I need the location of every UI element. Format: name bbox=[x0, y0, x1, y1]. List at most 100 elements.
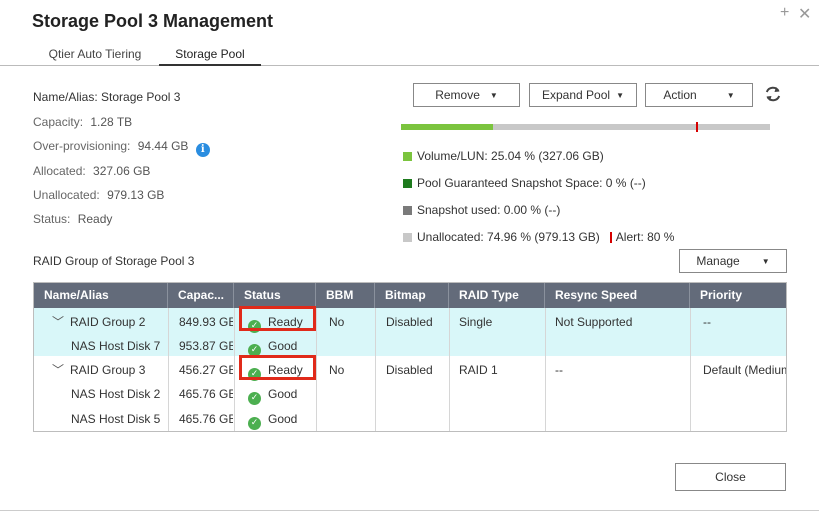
table-header: Name/Alias Capac... Status BBM Bitmap RA… bbox=[34, 283, 786, 308]
cell-priority: Default (Medium) bbox=[703, 363, 787, 377]
legend-swatch bbox=[403, 178, 412, 188]
cell-capacity: 849.93 GB bbox=[179, 315, 233, 329]
cell-bitmap: Disabled bbox=[386, 363, 433, 377]
close-button[interactable]: Close bbox=[675, 463, 786, 491]
legend-swatch bbox=[403, 205, 412, 215]
legend-unallocated: Unallocated: 74.96 % (979.13 GB) Alert: … bbox=[403, 230, 674, 244]
cell-name: RAID Group 2 bbox=[70, 315, 146, 329]
close-icon[interactable]: ✕ bbox=[798, 4, 811, 24]
check-icon: ✓ bbox=[248, 392, 261, 405]
table-row-raid-group-2[interactable]: ﹀ RAID Group 2 849.93 GB ✓ Ready No Disab… bbox=[34, 308, 786, 357]
column-divider bbox=[375, 308, 376, 431]
tab-storage-pool[interactable]: Storage Pool bbox=[159, 47, 261, 66]
info-allocated-value: 327.06 GB bbox=[93, 164, 151, 178]
window-bottom-border bbox=[0, 510, 819, 511]
legend-snapshot-used: Snapshot used: 0.00 % (--) bbox=[403, 203, 560, 217]
column-divider bbox=[168, 308, 169, 431]
table-row-raid-group-3[interactable]: ﹀ RAID Group 3 456.27 GB ✓ Ready No Disab… bbox=[34, 356, 787, 431]
remove-button-label: Remove bbox=[435, 88, 480, 102]
info-allocated: Allocated: 327.06 GB bbox=[33, 164, 150, 178]
plus-icon[interactable]: + bbox=[780, 4, 789, 22]
column-divider bbox=[690, 308, 691, 431]
action-button-label: Action bbox=[663, 88, 697, 102]
col-header-raid-type[interactable]: RAID Type bbox=[449, 283, 545, 308]
check-icon: ✓ bbox=[248, 417, 261, 430]
info-name-value: Storage Pool 3 bbox=[101, 90, 181, 104]
col-header-resync-speed[interactable]: Resync Speed bbox=[545, 283, 690, 308]
info-capacity-label: Capacity: bbox=[33, 115, 84, 129]
col-header-name[interactable]: Name/Alias bbox=[34, 283, 168, 308]
info-capacity: Capacity: 1.28 TB bbox=[33, 115, 132, 129]
ready-highlight-box bbox=[239, 306, 316, 331]
cell-name: NAS Host Disk 5 bbox=[71, 412, 161, 426]
manage-button[interactable]: Manage ▼ bbox=[679, 249, 787, 273]
info-allocated-label: Allocated: bbox=[33, 164, 86, 178]
action-button[interactable]: Action ▼ bbox=[645, 83, 753, 107]
cell-status: ✓ Good bbox=[248, 387, 297, 405]
col-header-priority[interactable]: Priority bbox=[690, 283, 786, 308]
remove-button[interactable]: Remove ▼ bbox=[413, 83, 520, 107]
info-overprov-label: Over-provisioning: bbox=[33, 139, 131, 153]
col-header-bitmap[interactable]: Bitmap bbox=[375, 283, 449, 308]
legend-guaranteed-snapshot: Pool Guaranteed Snapshot Space: 0 % (--) bbox=[403, 176, 646, 190]
caret-down-icon: ▼ bbox=[726, 90, 735, 100]
cell-priority: -- bbox=[703, 315, 711, 329]
tab-bar: Qtier Auto Tiering Storage Pool bbox=[0, 47, 819, 66]
cell-raid-type: Single bbox=[459, 315, 493, 329]
cell-name: NAS Host Disk 7 bbox=[71, 339, 161, 353]
legend-volume-text: Volume/LUN: 25.04 % (327.06 GB) bbox=[417, 149, 604, 163]
raid-group-table: Name/Alias Capac... Status BBM Bitmap RA… bbox=[33, 282, 787, 432]
col-header-status[interactable]: Status bbox=[234, 283, 316, 308]
expand-pool-button-label: Expand Pool bbox=[542, 88, 611, 102]
legend-volume: Volume/LUN: 25.04 % (327.06 GB) bbox=[403, 149, 604, 163]
column-divider bbox=[449, 308, 450, 431]
status-ready-text: Ready bbox=[77, 212, 113, 226]
chevron-down-icon[interactable]: ﹀ bbox=[52, 313, 64, 330]
column-divider bbox=[316, 308, 317, 431]
legend-alert-text: Alert: 80 % bbox=[615, 230, 675, 244]
alert-marker-icon bbox=[609, 231, 612, 243]
chevron-down-icon[interactable]: ﹀ bbox=[52, 361, 64, 378]
info-unallocated: Unallocated: 979.13 GB bbox=[33, 188, 164, 202]
tab-qtier-auto-tiering[interactable]: Qtier Auto Tiering bbox=[32, 47, 158, 66]
col-header-capacity[interactable]: Capac... bbox=[168, 283, 234, 308]
info-overprov-value: 94.44 GB bbox=[137, 139, 189, 153]
status-text: Good bbox=[268, 339, 298, 353]
cell-raid-type: RAID 1 bbox=[459, 363, 498, 377]
cell-resync-speed: Not Supported bbox=[555, 315, 633, 329]
legend-unallocated-text: Unallocated: 74.96 % (979.13 GB) bbox=[417, 230, 600, 244]
info-icon[interactable]: i bbox=[195, 143, 210, 157]
cell-name: RAID Group 3 bbox=[70, 363, 146, 377]
cell-capacity: 953.87 GB bbox=[179, 339, 233, 353]
caret-down-icon: ▼ bbox=[489, 90, 498, 100]
cell-resync-speed: -- bbox=[555, 363, 563, 377]
info-status: Status: Ready bbox=[33, 212, 112, 226]
cell-bitmap: Disabled bbox=[386, 315, 433, 329]
cell-bbm: No bbox=[329, 315, 345, 329]
legend-snapshot-text: Snapshot used: 0.00 % (--) bbox=[417, 203, 561, 217]
cell-name: NAS Host Disk 2 bbox=[71, 387, 161, 401]
info-status-label: Status: bbox=[33, 212, 71, 226]
col-header-bbm[interactable]: BBM bbox=[316, 283, 375, 308]
expand-pool-button[interactable]: Expand Pool ▼ bbox=[529, 83, 637, 107]
legend-guaranteed-text: Pool Guaranteed Snapshot Space: 0 % (--) bbox=[417, 176, 646, 190]
caret-down-icon: ▼ bbox=[616, 90, 624, 100]
legend-swatch bbox=[403, 232, 412, 242]
cell-capacity: 465.76 GB bbox=[179, 412, 233, 426]
cell-status: ✓ Good bbox=[248, 412, 297, 430]
refresh-icon[interactable] bbox=[763, 84, 783, 104]
ready-highlight-box bbox=[239, 355, 316, 380]
info-name: Name/Alias: Storage Pool 3 bbox=[33, 90, 180, 104]
manage-button-label: Manage bbox=[696, 254, 740, 268]
cell-capacity: 456.27 GB bbox=[179, 363, 233, 377]
cell-bbm: No bbox=[329, 363, 345, 377]
info-unallocated-value: 979.13 GB bbox=[107, 188, 165, 202]
status-text: Good bbox=[268, 387, 298, 401]
window-title: Storage Pool 3 Management bbox=[32, 11, 274, 31]
info-capacity-value: 1.28 TB bbox=[90, 115, 133, 129]
legend-swatch bbox=[403, 151, 412, 161]
status-text: Good bbox=[268, 412, 298, 426]
column-divider bbox=[234, 308, 235, 431]
usage-bar-used-fill bbox=[401, 124, 493, 130]
info-overprovisioning: Over-provisioning: 94.44 GB i bbox=[33, 139, 210, 157]
